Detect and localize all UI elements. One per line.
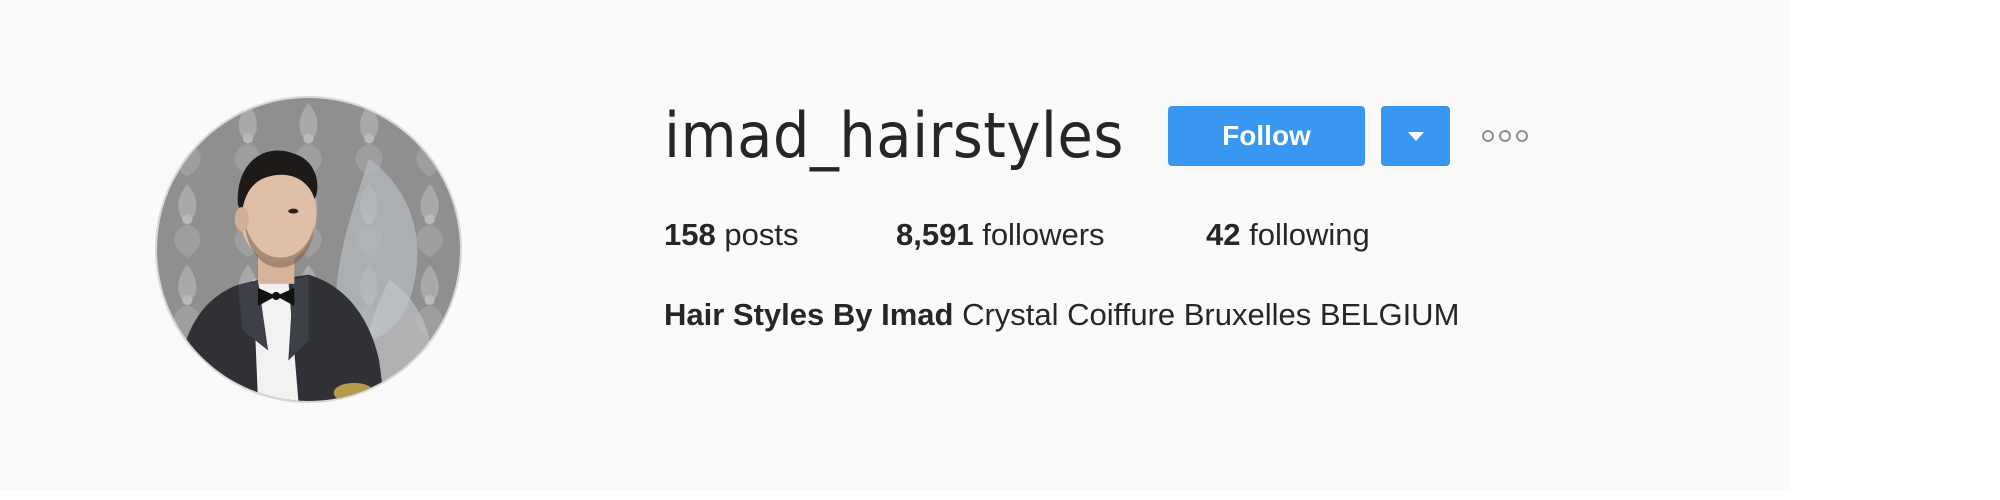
profile-bio: Hair Styles By Imad Crystal Coiffure Bru… bbox=[664, 290, 1459, 340]
posts-stat: 158 posts bbox=[664, 210, 798, 260]
followers-count: 8,591 bbox=[896, 217, 974, 252]
page: imad_hairstyles Follow 158 posts 8,591 f… bbox=[0, 0, 2000, 500]
posts-label: posts bbox=[724, 217, 799, 252]
followers-stat[interactable]: 8,591 followers bbox=[896, 210, 1105, 260]
more-options-button[interactable] bbox=[1480, 125, 1530, 147]
avatar[interactable] bbox=[155, 96, 462, 403]
more-options-icon bbox=[1482, 130, 1494, 142]
follow-button[interactable]: Follow bbox=[1168, 106, 1365, 166]
username: imad_hairstyles bbox=[664, 99, 1124, 172]
caret-down-icon bbox=[1408, 132, 1424, 141]
more-options-icon bbox=[1499, 130, 1511, 142]
followers-label: followers bbox=[982, 217, 1105, 252]
following-label: following bbox=[1249, 217, 1370, 252]
following-count: 42 bbox=[1206, 217, 1241, 252]
suggestions-dropdown-button[interactable] bbox=[1381, 106, 1450, 166]
following-stat[interactable]: 42 following bbox=[1206, 210, 1370, 260]
full-name: Hair Styles By Imad bbox=[664, 297, 954, 332]
posts-count: 158 bbox=[664, 217, 716, 252]
bio-text: Crystal Coiffure Bruxelles BELGIUM bbox=[962, 297, 1460, 332]
more-options-icon bbox=[1516, 130, 1528, 142]
profile-header: imad_hairstyles Follow 158 posts 8,591 f… bbox=[0, 0, 1790, 490]
avatar-photo bbox=[157, 98, 460, 401]
